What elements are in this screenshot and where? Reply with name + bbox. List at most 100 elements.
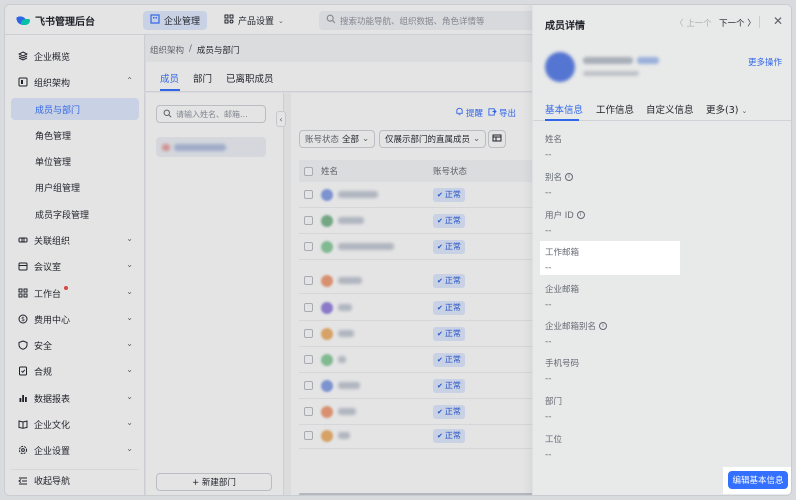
tab-departed[interactable]: 已离职成员 xyxy=(226,71,274,85)
breadcrumb-item[interactable]: 组织架构 xyxy=(150,44,184,56)
horizontal-scrollbar[interactable] xyxy=(299,493,536,495)
row-checkbox[interactable] xyxy=(304,216,313,225)
bell-icon xyxy=(455,107,464,119)
sidebar-item-user-groups[interactable]: 用户组管理 xyxy=(11,176,139,198)
remind-button[interactable]: 提醒 xyxy=(455,107,483,119)
status-badge: ✔ 正常 xyxy=(433,326,465,341)
check-circle-icon: ✔ xyxy=(437,303,443,312)
member-name xyxy=(338,382,360,389)
sidebar-item-compliance[interactable]: 合规 ⌄ xyxy=(11,360,139,382)
check-circle-icon: ✔ xyxy=(437,276,443,285)
sidebar-item-member-fields[interactable]: 成员字段管理 xyxy=(11,203,139,225)
top-tab-enterprise[interactable]: 企业管理 xyxy=(143,11,208,30)
chevron-down-icon: ⌄ xyxy=(473,134,481,144)
sidebar-item-units[interactable]: 单位管理 xyxy=(11,150,139,172)
account-status-filter[interactable]: 账号状态 全部 ⌄ xyxy=(299,130,376,148)
row-checkbox[interactable] xyxy=(304,355,313,364)
sidebar-item-reports[interactable]: 数据报表 ⌄ xyxy=(11,387,139,409)
top-tab-products[interactable]: 产品设置 ⌄ xyxy=(217,11,291,30)
status-badge: ✔ 正常 xyxy=(433,428,465,443)
chevron-down-icon: ⌄ xyxy=(126,260,133,269)
avatar xyxy=(321,240,333,253)
field-value: -- xyxy=(545,226,552,236)
scope-filter[interactable]: 仅展示部门的直属成员 ⌄ xyxy=(379,130,487,148)
select-all-checkbox[interactable] xyxy=(304,166,313,176)
dollar-icon: $ xyxy=(17,314,28,325)
sidebar-item-linked-org[interactable]: 关联组织 ⌄ xyxy=(11,229,139,251)
table-row[interactable]: ✔ 正常 xyxy=(299,295,536,321)
tab-members[interactable]: 成员 xyxy=(160,71,179,85)
table-row[interactable]: ✔ 正常 xyxy=(299,182,536,208)
info-icon[interactable]: i xyxy=(599,322,608,330)
sidebar-item-org[interactable]: 组织架构 ⌃ xyxy=(11,71,139,93)
org-avatar xyxy=(162,143,170,151)
edit-basic-info-button[interactable]: 编辑基本信息 xyxy=(728,471,788,489)
row-checkbox[interactable] xyxy=(304,407,313,416)
chevron-up-icon: ⌃ xyxy=(126,76,133,85)
member-name xyxy=(338,217,364,224)
apps-icon xyxy=(17,288,28,299)
table-row[interactable]: ✔ 正常 xyxy=(299,423,536,449)
building-icon xyxy=(150,14,160,27)
tree-item-root[interactable] xyxy=(156,137,266,157)
field-value: -- xyxy=(545,150,552,160)
sidebar-item-workbench[interactable]: 工作台 ⌄ xyxy=(11,282,139,304)
sidebar-item-members[interactable]: 成员与部门 xyxy=(11,98,139,120)
table-row[interactable]: ✔ 正常 xyxy=(299,399,536,425)
field-value: -- xyxy=(545,337,552,347)
org-name xyxy=(174,143,226,151)
row-checkbox[interactable] xyxy=(304,242,313,251)
tab-departments[interactable]: 部门 xyxy=(193,71,212,85)
chevron-down-icon: ⌄ xyxy=(126,313,133,322)
chevron-down-icon: ⌄ xyxy=(126,365,133,374)
sidebar-item-billing[interactable]: $ 费用中心 ⌄ xyxy=(11,308,139,330)
table-row[interactable]: ✔ 正常 xyxy=(299,208,536,234)
row-checkbox[interactable] xyxy=(304,190,313,199)
app-title: 飞书管理后台 xyxy=(35,17,95,28)
avatar xyxy=(321,188,333,201)
chevron-down-icon: ⌄ xyxy=(126,287,133,296)
main-content: 组织架构 / 成员与部门 成员 部门 已离职成员 请输入姓名、邮箱... + 新… xyxy=(146,35,536,495)
new-department-button[interactable]: + 新建部门 xyxy=(156,473,272,491)
breadcrumb-current: 成员与部门 xyxy=(196,46,240,56)
field-label: 企业邮箱 xyxy=(545,285,580,295)
sidebar-item-meeting-room[interactable]: 会议室 ⌄ xyxy=(11,255,139,277)
field-value: -- xyxy=(545,300,552,310)
collapse-nav-button[interactable]: 收起导航 xyxy=(11,469,139,491)
table-row[interactable]: ✔ 正常 xyxy=(299,347,536,373)
field-label: 部门 xyxy=(545,397,563,407)
table-row[interactable]: ✔ 正常 xyxy=(299,321,536,347)
sidebar-item-roles[interactable]: 角色管理 xyxy=(11,124,139,146)
field-label: 企业邮箱别名 i xyxy=(545,320,608,332)
info-icon[interactable]: i xyxy=(565,173,574,181)
sidebar-item-security[interactable]: 安全 ⌄ xyxy=(11,334,139,356)
chevron-down-icon: ⌄ xyxy=(126,234,133,243)
column-settings-button[interactable] xyxy=(488,130,506,148)
field-value: -- xyxy=(545,412,552,422)
table-row[interactable]: ✔ 正常 xyxy=(299,373,536,399)
app-logo[interactable]: 飞书管理后台 xyxy=(17,13,95,28)
sidebar-item-overview[interactable]: 企业概览 xyxy=(11,45,139,67)
field-value: -- xyxy=(545,374,552,384)
table-row[interactable]: ✔ 正常 xyxy=(299,268,536,294)
row-checkbox[interactable] xyxy=(304,329,313,338)
member-search-input[interactable]: 请输入姓名、邮箱... xyxy=(156,105,266,123)
collapse-tree-button[interactable]: ‹ xyxy=(276,111,286,127)
sidebar-item-settings[interactable]: 企业设置 ⌄ xyxy=(11,439,139,461)
avatar xyxy=(321,379,333,392)
grid-settings-icon xyxy=(224,14,234,27)
notification-dot xyxy=(64,286,68,290)
check-circle-icon: ✔ xyxy=(437,431,443,440)
column-name: 姓名 xyxy=(321,167,339,177)
table-row[interactable]: ✔ 正常 xyxy=(299,234,536,260)
export-button[interactable]: 导出 xyxy=(488,107,516,119)
row-checkbox[interactable] xyxy=(304,276,313,285)
search-icon xyxy=(163,109,172,120)
row-checkbox[interactable] xyxy=(304,303,313,312)
sidebar-item-culture[interactable]: 企业文化 ⌄ xyxy=(11,413,139,435)
global-search-input[interactable]: 搜索功能导航、组织数据、角色详情等 xyxy=(319,11,555,30)
row-checkbox[interactable] xyxy=(304,381,313,390)
status-badge: ✔ 正常 xyxy=(433,300,465,315)
info-icon[interactable]: i xyxy=(576,211,585,219)
row-checkbox[interactable] xyxy=(304,431,313,440)
